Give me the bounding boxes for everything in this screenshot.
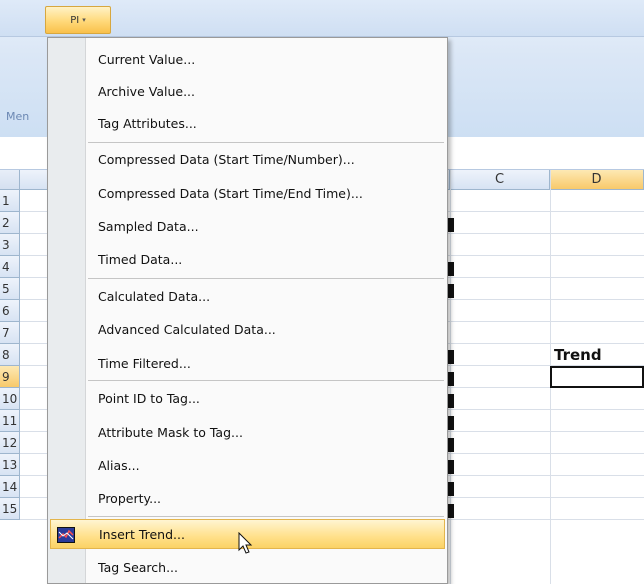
menu-item-label: Timed Data... [98,252,183,267]
pi-menu-button[interactable]: PI ▾ [45,6,111,34]
menu-item-label: Compressed Data (Start Time/End Time)... [98,186,363,201]
menu-item-archive-value[interactable]: Archive Value... [48,77,447,107]
column-header-c[interactable]: C [450,170,550,190]
row-header[interactable]: 5 [0,278,20,300]
row-header[interactable]: 11 [0,410,20,432]
menu-item-label: Sampled Data... [98,219,199,234]
menu-item-compressed-endtime[interactable]: Compressed Data (Start Time/End Time)... [48,179,447,209]
menu-separator [88,380,444,381]
menu-item-label: Archive Value... [98,84,195,99]
menu-item-sampled-data[interactable]: Sampled Data... [48,212,447,242]
pi-dropdown-menu: Current Value... Archive Value... Tag At… [47,37,448,584]
menu-item-label: Calculated Data... [98,289,211,304]
menu-item-label: Alias... [98,458,140,473]
menu-item-label: Attribute Mask to Tag... [98,425,243,440]
select-all-corner[interactable] [0,170,20,190]
menu-separator [88,516,444,517]
menu-item-alias[interactable]: Alias... [48,451,447,481]
trend-chart-icon [57,527,75,543]
menu-separator [88,278,444,279]
menu-item-compressed-number[interactable]: Compressed Data (Start Time/Number)... [48,145,447,175]
column-header-d[interactable]: D [550,170,644,190]
menu-item-label: Current Value... [98,52,196,67]
active-cell-d9[interactable] [550,366,644,388]
menu-item-advanced-calculated[interactable]: Advanced Calculated Data... [48,315,447,345]
menu-item-property[interactable]: Property... [48,484,447,514]
menu-item-label: Insert Trend... [99,527,185,542]
chevron-down-icon: ▾ [82,16,86,24]
menu-item-label: Time Filtered... [98,356,191,371]
menu-item-label: Tag Attributes... [98,116,197,131]
menu-item-point-id-to-tag[interactable]: Point ID to Tag... [48,384,447,414]
row-header[interactable]: 8 [0,344,20,366]
menu-item-label: Point ID to Tag... [98,391,200,406]
menu-item-label: Compressed Data (Start Time/Number)... [98,152,355,167]
ribbon-group-label: Men [6,110,30,123]
row-header[interactable]: 13 [0,454,20,476]
menu-item-time-filtered[interactable]: Time Filtered... [48,349,447,379]
menu-item-label: Advanced Calculated Data... [98,322,276,337]
menu-item-current-value[interactable]: Current Value... [48,45,447,75]
pi-menu-label: PI [70,14,80,26]
menu-separator [88,142,444,143]
row-header[interactable]: 4 [0,256,20,278]
menu-item-label: Property... [98,491,162,506]
row-header[interactable]: 7 [0,322,20,344]
row-header[interactable]: 2 [0,212,20,234]
row-header[interactable]: 3 [0,234,20,256]
menu-item-timed-data[interactable]: Timed Data... [48,245,447,275]
mouse-pointer-icon [238,531,254,560]
row-header[interactable]: 6 [0,300,20,322]
row-header[interactable]: 1 [0,190,20,212]
row-header[interactable]: 12 [0,432,20,454]
row-header[interactable]: 9 [0,366,20,388]
menu-item-calculated-data[interactable]: Calculated Data... [48,282,447,312]
row-header[interactable]: 10 [0,388,20,410]
menu-item-label: Tag Search... [98,560,178,575]
row-header[interactable]: 14 [0,476,20,498]
row-header[interactable]: 15 [0,498,20,520]
menu-item-tag-attributes[interactable]: Tag Attributes... [48,109,447,139]
menu-item-attribute-mask[interactable]: Attribute Mask to Tag... [48,418,447,448]
cell-d8[interactable]: Trend [554,344,602,366]
